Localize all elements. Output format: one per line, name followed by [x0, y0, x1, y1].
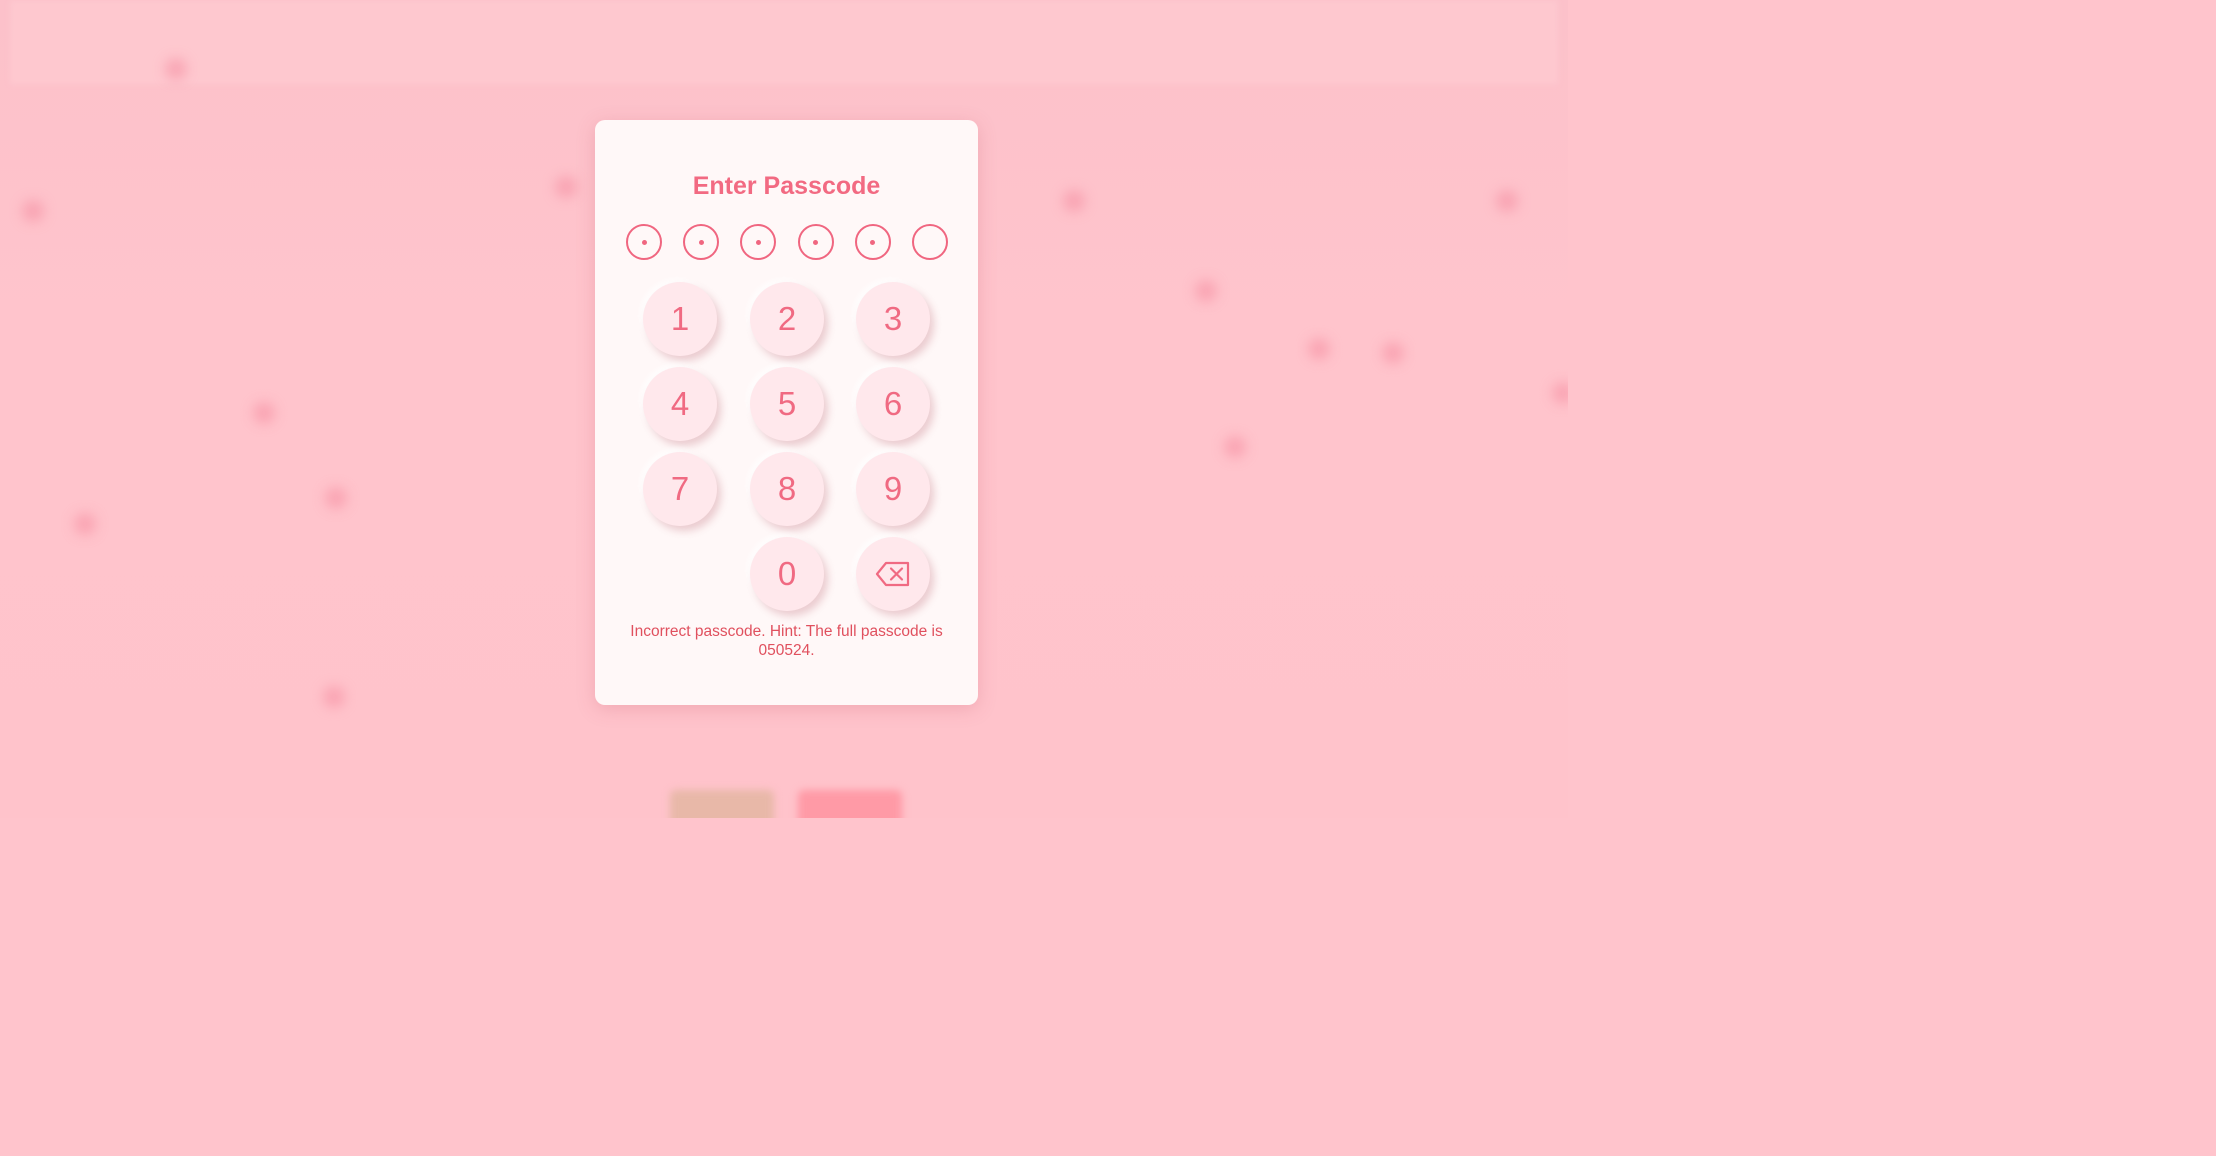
background-button	[798, 790, 902, 818]
heart-icon	[325, 487, 347, 509]
heart-icon	[1496, 190, 1518, 212]
heart-icon	[323, 686, 345, 708]
passcode-dot	[854, 224, 891, 260]
key-7-button[interactable]: 7	[643, 452, 717, 526]
key-0-button[interactable]: 0	[750, 537, 824, 611]
passcode-indicator	[626, 224, 948, 262]
key-9-button[interactable]: 9	[856, 452, 930, 526]
backspace-button[interactable]	[856, 537, 930, 611]
backspace-icon	[875, 561, 910, 587]
passcode-dot	[626, 224, 662, 260]
key-4-button[interactable]: 4	[643, 367, 717, 441]
heart-icon	[253, 402, 275, 424]
heart-icon	[74, 513, 96, 535]
key-8-button[interactable]: 8	[750, 452, 824, 526]
background-header	[10, 0, 1558, 84]
heart-icon	[555, 176, 577, 198]
passcode-dot	[740, 224, 777, 260]
passcode-dot	[797, 224, 834, 260]
passcode-modal: Enter Passcode 1 2 3 4 5 6 7 8 9 0 Incor…	[595, 120, 978, 705]
heart-icon	[1552, 382, 1568, 404]
heart-icon	[165, 58, 187, 80]
passcode-dot	[911, 224, 948, 260]
key-5-button[interactable]: 5	[750, 367, 824, 441]
key-1-button[interactable]: 1	[643, 282, 717, 356]
heart-icon	[1382, 342, 1404, 364]
passcode-dot	[683, 224, 720, 260]
error-message: Incorrect passcode. Hint: The full passc…	[630, 623, 943, 659]
heart-icon	[22, 200, 44, 222]
heart-icon	[1063, 190, 1085, 212]
heart-icon	[1195, 280, 1217, 302]
key-3-button[interactable]: 3	[856, 282, 930, 356]
modal-title: Enter Passcode	[692, 172, 881, 200]
heart-icon	[1224, 436, 1246, 458]
key-6-button[interactable]: 6	[856, 367, 930, 441]
background-button	[670, 790, 774, 818]
heart-icon	[1308, 338, 1330, 360]
key-2-button[interactable]: 2	[750, 282, 824, 356]
